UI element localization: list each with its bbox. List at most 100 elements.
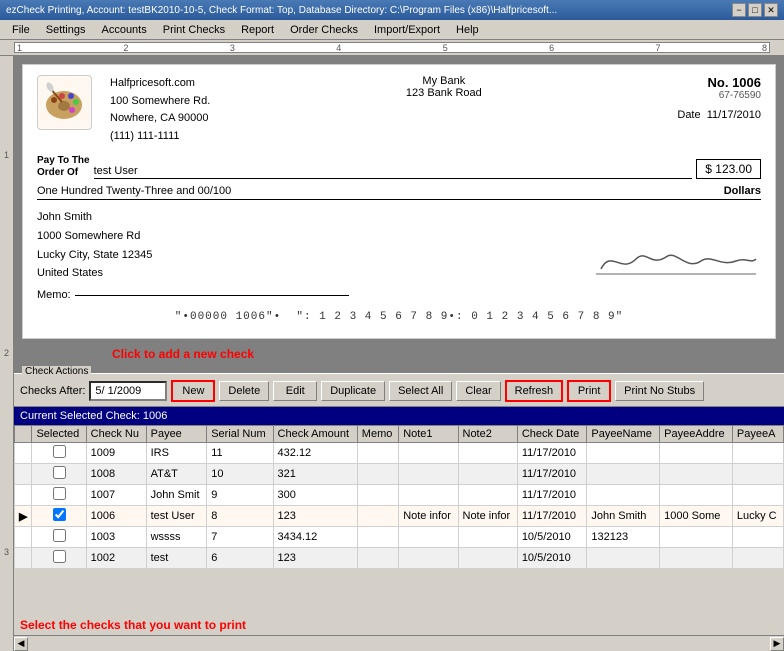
table-row[interactable]: 1009IRS11432.1211/17/2010 [15, 443, 784, 464]
table-row[interactable]: ▶1006test User8123Note inforNote infor11… [15, 506, 784, 527]
row-serial: 8 [207, 506, 273, 527]
company-name: Halfpricesoft.com [110, 75, 210, 93]
row-date: 10/5/2010 [517, 527, 587, 548]
row-checkbox[interactable] [53, 445, 66, 458]
signature-svg [591, 229, 761, 279]
bank-name: My Bank [406, 75, 482, 87]
new-check-hint: Click to add a new check [112, 347, 254, 361]
edit-button[interactable]: Edit [273, 381, 317, 401]
checks-after-input[interactable] [89, 381, 167, 401]
row-checkbox-cell[interactable] [32, 506, 86, 527]
addressee-name: John Smith [37, 208, 152, 227]
row-payeeA [732, 464, 783, 485]
row-memo [357, 443, 398, 464]
menu-print-checks[interactable]: Print Checks [155, 22, 233, 38]
row-payeeAddr: 1000 Some [660, 506, 733, 527]
row-note2 [458, 464, 517, 485]
menu-help[interactable]: Help [448, 22, 487, 38]
selected-check-header: Current Selected Check: 1006 [14, 407, 784, 425]
table-container: Selected Check Nu Payee Serial Num Check… [14, 425, 784, 615]
row-checkbox[interactable] [53, 550, 66, 563]
col-amount: Check Amount [273, 426, 357, 443]
bank-info: My Bank 123 Bank Road [406, 75, 482, 99]
delete-button[interactable]: Delete [219, 381, 269, 401]
col-payee-addr: PayeeAddre [660, 426, 733, 443]
checks-after-label: Checks After: [20, 385, 85, 397]
addressee-addr1: 1000 Somewhere Rd [37, 227, 152, 246]
row-checkbox-cell[interactable] [32, 548, 86, 569]
table-row[interactable]: 1007John Smit930011/17/2010 [15, 485, 784, 506]
memo-label: Memo: [37, 289, 71, 301]
window-controls: − □ ✕ [732, 3, 778, 17]
row-note2 [458, 548, 517, 569]
row-payeeAddr [660, 443, 733, 464]
row-note2: Note infor [458, 506, 517, 527]
check-actions-label: Check Actions [22, 366, 91, 377]
close-button[interactable]: ✕ [764, 3, 778, 17]
table-row[interactable]: 1002test612310/5/2010 [15, 548, 784, 569]
addressee-country: United States [37, 264, 152, 283]
table-row[interactable]: 1003wssss73434.1210/5/2010132123 [15, 527, 784, 548]
row-payeeName [587, 548, 660, 569]
check-number-area: No. 1006 67-76590 Date 11/17/2010 [677, 75, 761, 121]
row-note2 [458, 485, 517, 506]
row-amount: 3434.12 [273, 527, 357, 548]
ruler-scale: 12345678 [14, 42, 770, 53]
title-bar: ezCheck Printing, Account: testBK2010-10… [0, 0, 784, 20]
row-memo [357, 485, 398, 506]
row-date: 11/17/2010 [517, 485, 587, 506]
company-phone: (111) 111-1111 [110, 128, 210, 146]
row-checkbox-cell[interactable] [32, 443, 86, 464]
row-payeeAddr [660, 548, 733, 569]
row-payeeName [587, 443, 660, 464]
refresh-button[interactable]: Refresh [505, 380, 564, 402]
table-row[interactable]: 1008AT&T1032111/17/2010 [15, 464, 784, 485]
scrollbar-area[interactable]: ◀ ▶ [14, 635, 784, 651]
row-checkNum: 1002 [86, 548, 146, 569]
row-note2 [458, 443, 517, 464]
row-amount: 432.12 [273, 443, 357, 464]
clear-button[interactable]: Clear [456, 381, 500, 401]
date-label: Date [677, 109, 700, 121]
row-memo [357, 527, 398, 548]
menu-order-checks[interactable]: Order Checks [282, 22, 366, 38]
row-payeeAddr [660, 485, 733, 506]
row-checkbox[interactable] [53, 508, 66, 521]
scroll-left-btn[interactable]: ◀ [14, 637, 28, 651]
col-note2: Note2 [458, 426, 517, 443]
title-text: ezCheck Printing, Account: testBK2010-10… [6, 5, 557, 16]
scroll-right-btn[interactable]: ▶ [770, 637, 784, 651]
row-checkbox[interactable] [53, 487, 66, 500]
print-button[interactable]: Print [567, 380, 611, 402]
row-date: 11/17/2010 [517, 464, 587, 485]
new-button[interactable]: New [171, 380, 215, 402]
row-checkbox[interactable] [53, 529, 66, 542]
row-checkbox-cell[interactable] [32, 485, 86, 506]
col-payee-name: PayeeName [587, 426, 660, 443]
row-checkbox-cell[interactable] [32, 527, 86, 548]
pay-to-label: Pay To TheOrder Of [37, 155, 90, 179]
row-payeeA [732, 527, 783, 548]
addressee-city: Lucky City, State 12345 [37, 246, 152, 265]
row-payeeAddr [660, 464, 733, 485]
maximize-button[interactable]: □ [748, 3, 762, 17]
menu-report[interactable]: Report [233, 22, 282, 38]
menu-accounts[interactable]: Accounts [93, 22, 154, 38]
menu-file[interactable]: File [4, 22, 38, 38]
row-checkbox[interactable] [53, 466, 66, 479]
print-no-stubs-button[interactable]: Print No Stubs [615, 381, 704, 401]
select-all-button[interactable]: Select All [389, 381, 452, 401]
row-amount: 123 [273, 548, 357, 569]
row-note1 [399, 485, 458, 506]
duplicate-button[interactable]: Duplicate [321, 381, 385, 401]
bank-address: 123 Bank Road [406, 87, 482, 99]
row-checkbox-cell[interactable] [32, 464, 86, 485]
row-payeeAddr [660, 527, 733, 548]
col-payee: Payee [146, 426, 207, 443]
row-payeeName: 132123 [587, 527, 660, 548]
row-note2 [458, 527, 517, 548]
menu-import-export[interactable]: Import/Export [366, 22, 448, 38]
row-payee: AT&T [146, 464, 207, 485]
menu-settings[interactable]: Settings [38, 22, 94, 38]
minimize-button[interactable]: − [732, 3, 746, 17]
